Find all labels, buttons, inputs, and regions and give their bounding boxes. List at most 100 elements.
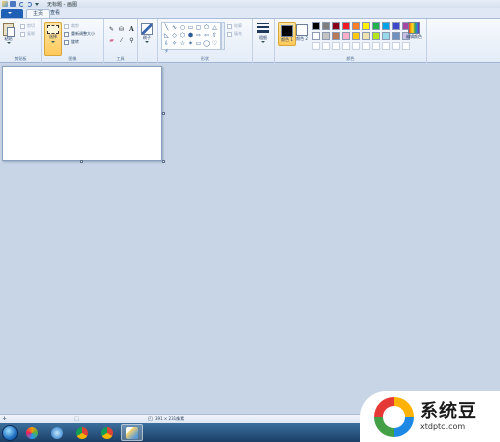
save-icon[interactable] (10, 1, 16, 7)
palette-empty-swatch[interactable] (402, 42, 410, 50)
palette-empty-swatch[interactable] (392, 42, 400, 50)
shape-option[interactable]: ▭ (195, 40, 202, 47)
outline-button[interactable]: 轮廓 (227, 23, 242, 29)
chrome-icon (101, 426, 113, 439)
shape-option[interactable]: ⇩ (163, 40, 170, 47)
brushes-button[interactable]: 刷子 (141, 23, 153, 43)
image-group-label: 图像 (68, 56, 77, 61)
shape-option[interactable]: ✧ (171, 40, 178, 47)
watermark-logo-icon (374, 396, 414, 437)
shapes-gallery-scrollbar[interactable] (221, 22, 225, 50)
resize-handle-corner[interactable] (162, 160, 165, 163)
canvas-workspace (0, 64, 500, 414)
shape-option[interactable]: ╲ (163, 24, 170, 31)
shape-option[interactable]: ▢ (195, 24, 202, 31)
resize-handle-right[interactable] (162, 112, 165, 115)
palette-empty-swatch[interactable] (322, 42, 330, 50)
brush-icon (141, 23, 153, 35)
color-palette (312, 22, 411, 51)
tab-view[interactable]: 查看 (44, 9, 66, 18)
shape-option[interactable]: ○ (179, 24, 186, 31)
edit-colors-icon (408, 22, 420, 34)
drawing-canvas[interactable] (2, 66, 162, 161)
resize-button[interactable]: 重新调整大小 (64, 31, 95, 37)
palette-color-swatch[interactable] (332, 22, 340, 30)
color-picker-icon[interactable]: ⁄ (117, 36, 126, 45)
ribbon-tab-row: 主页 查看 (0, 8, 500, 18)
palette-color-swatch[interactable] (332, 32, 340, 40)
palette-color-swatch[interactable] (312, 22, 320, 30)
shape-option[interactable]: ▭ (187, 24, 194, 31)
palette-color-swatch[interactable] (372, 32, 380, 40)
palette-color-swatch[interactable] (392, 32, 400, 40)
select-button[interactable]: 选择 (44, 22, 62, 56)
color1-button[interactable]: 颜色 1 (278, 22, 296, 46)
palette-color-swatch[interactable] (322, 32, 330, 40)
palette-empty-swatch[interactable] (372, 42, 380, 50)
pencil-icon[interactable]: ✎ (107, 25, 116, 34)
shape-option[interactable]: ☆ (179, 40, 186, 47)
palette-color-swatch[interactable] (392, 22, 400, 30)
eraser-icon[interactable]: ▰ (107, 36, 116, 45)
chevron-down-icon (51, 41, 55, 43)
rotate-button[interactable]: 旋转 (64, 39, 79, 45)
palette-color-swatch[interactable] (342, 22, 350, 30)
palette-color-swatch[interactable] (372, 22, 380, 30)
resize-handle-bottom[interactable] (80, 160, 83, 163)
taskbar-media-player[interactable] (21, 424, 43, 441)
shape-option[interactable]: ⬡ (179, 32, 186, 39)
palette-empty-swatch[interactable] (312, 42, 320, 50)
shape-option[interactable]: ⇦ (203, 32, 210, 39)
palette-color-swatch[interactable] (382, 22, 390, 30)
shape-option[interactable]: ◇ (171, 32, 178, 39)
shape-option[interactable]: ◯ (203, 40, 210, 47)
palette-empty-swatch[interactable] (382, 42, 390, 50)
outline-icon (227, 23, 232, 29)
taskbar-paint[interactable] (121, 424, 143, 441)
edit-colors-button[interactable]: 编辑颜色 (402, 22, 426, 40)
taskbar-chrome-2[interactable] (96, 424, 118, 441)
palette-color-swatch[interactable] (322, 22, 330, 30)
copy-button[interactable]: 复制 (20, 31, 35, 37)
palette-empty-swatch[interactable] (342, 42, 350, 50)
palette-color-swatch[interactable] (352, 32, 360, 40)
copy-icon (20, 31, 25, 37)
start-button[interactable] (2, 424, 18, 441)
clipboard-group-label: 剪贴板 (14, 56, 27, 61)
taskbar-browser[interactable] (46, 424, 68, 441)
taskbar-chrome-1[interactable] (71, 424, 93, 441)
undo-icon[interactable] (19, 1, 24, 7)
text-icon[interactable]: A (127, 25, 136, 34)
quick-access-dropdown-icon[interactable] (35, 2, 39, 6)
fill-button[interactable]: 填充 (227, 31, 242, 37)
shape-option[interactable]: ∿ (171, 24, 178, 31)
palette-color-swatch[interactable] (362, 22, 370, 30)
palette-color-swatch[interactable] (342, 32, 350, 40)
shape-option[interactable]: ⬢ (187, 32, 194, 39)
shape-option[interactable]: ⚡ (163, 48, 170, 55)
palette-color-swatch[interactable] (352, 22, 360, 30)
palette-empty-swatch[interactable] (362, 42, 370, 50)
palette-color-swatch[interactable] (362, 32, 370, 40)
cut-button[interactable]: 剪切 (20, 23, 35, 29)
shape-option[interactable]: △ (211, 24, 218, 31)
shape-option[interactable]: ♡ (211, 40, 218, 47)
shape-option[interactable]: ✶ (187, 40, 194, 47)
magnifier-icon[interactable]: ⚲ (127, 36, 136, 45)
crop-button[interactable]: 裁剪 (64, 23, 79, 29)
palette-empty-swatch[interactable] (352, 42, 360, 50)
fill-icon[interactable]: ⛁ (117, 25, 126, 34)
file-menu-button[interactable] (1, 9, 23, 18)
shape-option[interactable]: ◺ (163, 32, 170, 39)
shape-option[interactable]: ⇧ (211, 32, 218, 39)
redo-icon[interactable] (27, 1, 32, 7)
palette-empty-swatch[interactable] (332, 42, 340, 50)
size-button[interactable]: 粗细 (257, 23, 269, 43)
palette-color-swatch[interactable] (382, 32, 390, 40)
shape-option[interactable]: ⇨ (195, 32, 202, 39)
color2-button[interactable]: 颜色 2 (296, 24, 308, 42)
palette-color-swatch[interactable] (312, 32, 320, 40)
paste-button[interactable]: 粘贴 (3, 23, 15, 44)
chevron-down-icon (8, 11, 12, 14)
shape-option[interactable]: ⬠ (203, 24, 210, 31)
